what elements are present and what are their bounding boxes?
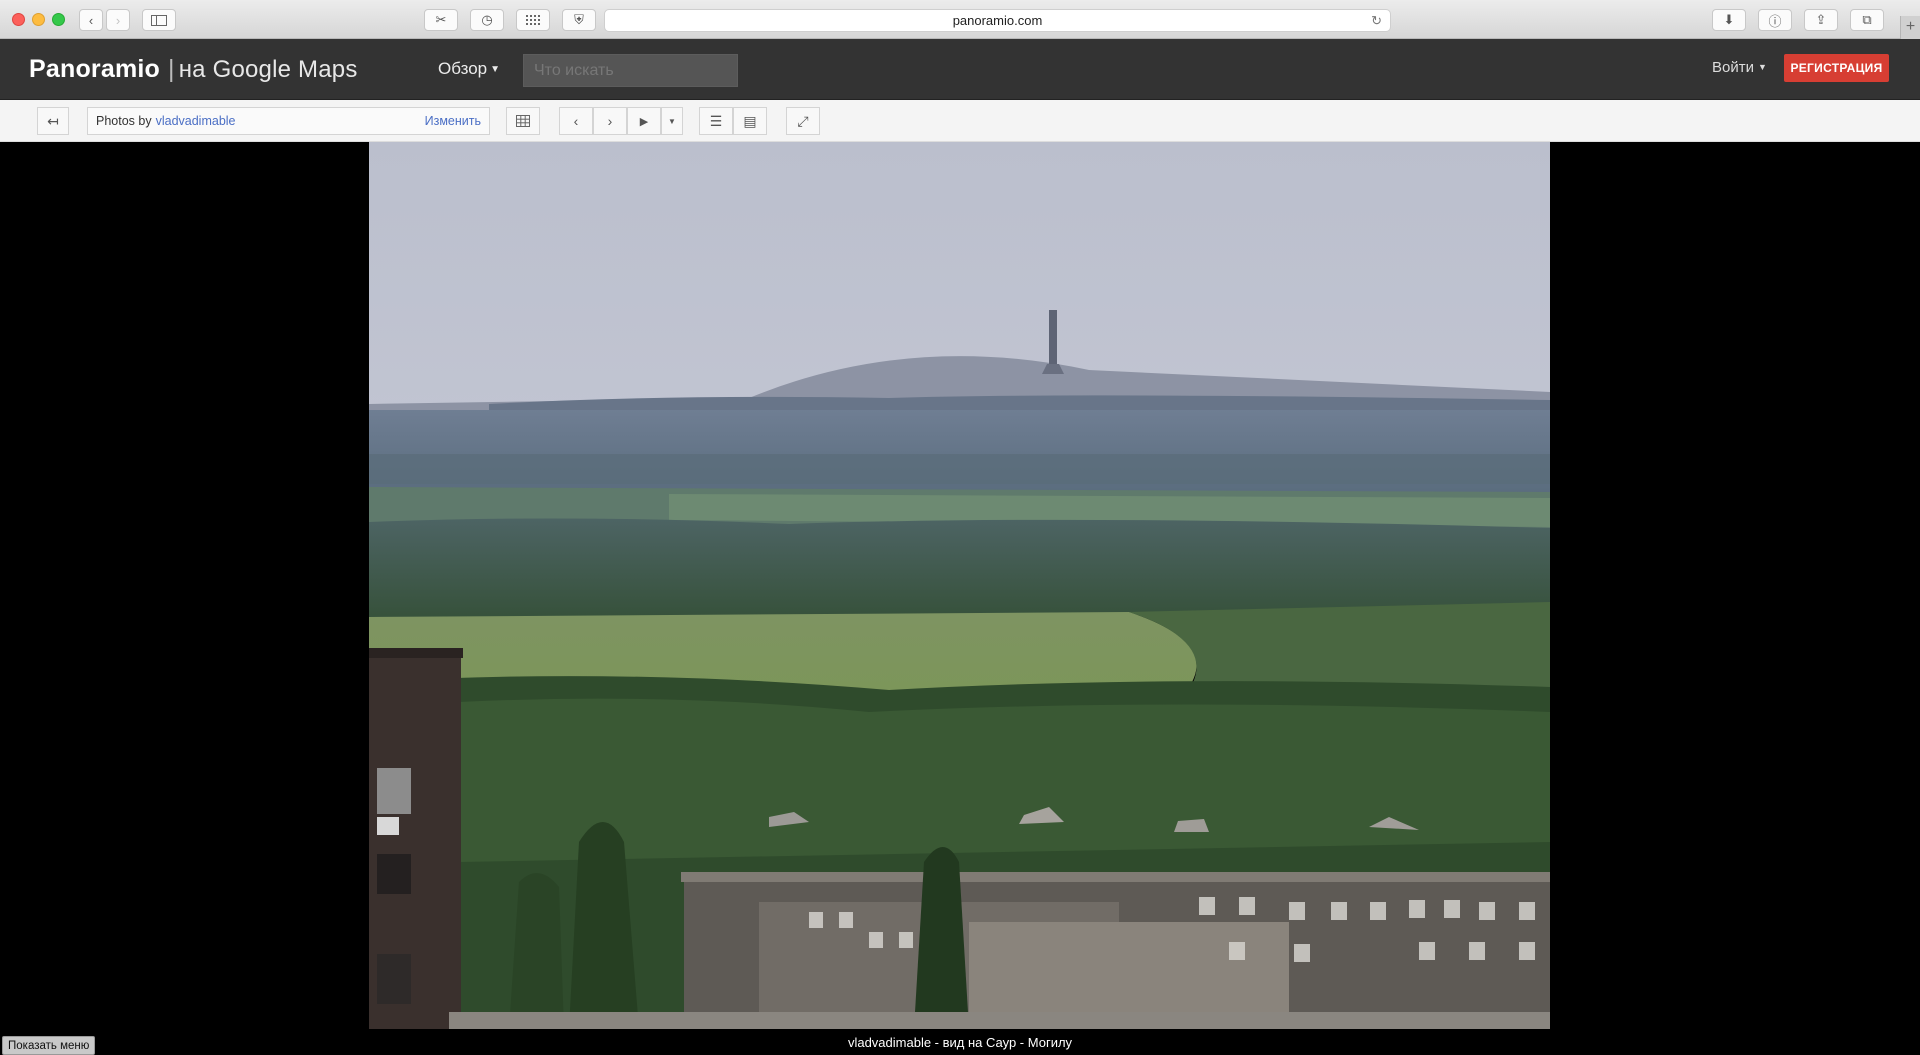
panoramio-logo[interactable]: Panoramio | на Google Maps	[29, 55, 358, 84]
tabs-overview-button[interactable]: ⧉	[1850, 9, 1884, 31]
window-minimize-button[interactable]	[32, 13, 45, 26]
author-link[interactable]: vladvadimable	[156, 114, 236, 128]
explore-menu[interactable]: Обзор ▼	[438, 59, 500, 79]
photo-stage: vladvadimable - вид на Саур - Могилу Пок…	[0, 142, 1920, 1055]
fullscreen-button[interactable]: ⤢	[786, 107, 820, 135]
tabs-icon: ⧉	[1862, 12, 1872, 27]
forward-button[interactable]: ›	[106, 9, 130, 31]
shield-extension-button[interactable]: ⛨	[562, 9, 596, 31]
extension-button-1[interactable]: ✂	[424, 9, 458, 31]
search-input[interactable]	[523, 54, 738, 87]
new-tab-button[interactable]: +	[1900, 16, 1920, 39]
sidebar-icon	[151, 14, 167, 26]
share-icon: ⇪	[1815, 12, 1827, 27]
show-menu-button[interactable]: Показать меню	[2, 1036, 96, 1055]
url-text: panoramio.com	[952, 13, 1043, 28]
reload-icon[interactable]: ↻	[1371, 13, 1382, 29]
register-button[interactable]: РЕГИСТРАЦИЯ	[1784, 54, 1889, 82]
plus-icon: +	[1905, 18, 1916, 35]
photo-caption: vladvadimable - вид на Саур - Могилу	[847, 1035, 1073, 1050]
chevron-right-icon: ›	[607, 113, 613, 129]
top-sites-button[interactable]	[516, 9, 550, 31]
scissors-icon: ✂	[435, 12, 447, 27]
caret-down-icon: ▼	[668, 116, 676, 126]
sidebar-button[interactable]	[142, 9, 176, 31]
logo-main-text: Panoramio	[29, 55, 160, 83]
history-button[interactable]: ◷	[470, 9, 504, 31]
explore-label: Обзор	[438, 59, 488, 78]
back-to-map-button[interactable]: ↤	[37, 107, 69, 135]
grid-view-button[interactable]	[506, 107, 540, 135]
document-lines-icon: ☰	[709, 112, 723, 129]
photo-info-button[interactable]: ☰	[699, 107, 733, 135]
clock-icon: ◷	[481, 12, 493, 27]
next-photo-button[interactable]: ›	[593, 107, 627, 135]
viewer-toolbar: ↤ Photos by vladvadimable Изменить ‹ › ▶…	[0, 100, 1920, 142]
address-bar[interactable]: panoramio.com ↻	[604, 9, 1391, 32]
photo-image	[369, 142, 1550, 1029]
info-icon: ⓘ	[1768, 13, 1782, 29]
window-maximize-button[interactable]	[52, 13, 65, 26]
grid-view-icon	[516, 115, 530, 127]
back-button[interactable]: ‹	[79, 9, 103, 31]
chevron-right-icon: ›	[115, 12, 121, 28]
window-close-button[interactable]	[12, 13, 25, 26]
photos-by-prefix: Photos by	[96, 114, 152, 128]
site-header: Panoramio | на Google Maps Обзор▼ Войти▼…	[0, 39, 1920, 100]
grid-icon	[526, 15, 540, 25]
caret-down-icon: ▼	[1757, 62, 1767, 72]
share-button[interactable]: ⇪	[1804, 9, 1838, 31]
login-menu[interactable]: Войти ▼	[1712, 59, 1767, 76]
slideshow-play-button[interactable]: ▶	[627, 107, 661, 135]
photos-by-field: Photos by vladvadimable Изменить	[87, 107, 490, 135]
photo-details-button[interactable]: ▤	[733, 107, 767, 135]
previous-photo-button[interactable]: ‹	[559, 107, 593, 135]
logo-separator: |	[168, 55, 175, 83]
shield-icon: ⛨	[574, 12, 584, 27]
chevron-left-icon: ‹	[573, 113, 579, 129]
browser-toolbar: ‹ › ✂ ◷ ⛨ panoramio.com ↻ ⬇ ⓘ ⇪ ⧉ +	[0, 0, 1920, 39]
change-link[interactable]: Изменить	[425, 114, 481, 128]
info-button[interactable]: ⓘ	[1758, 9, 1792, 31]
play-icon: ▶	[639, 115, 649, 128]
slideshow-options-button[interactable]: ▼	[661, 107, 683, 135]
login-label: Войти	[1712, 59, 1754, 76]
downloads-button[interactable]: ⬇	[1712, 9, 1746, 31]
document-icon: ▤	[743, 112, 757, 129]
arrow-back-icon: ↤	[47, 112, 59, 129]
caret-down-icon: ▼	[490, 64, 501, 75]
logo-sub-text: на Google Maps	[178, 56, 358, 83]
download-icon: ⬇	[1723, 12, 1735, 27]
expand-icon: ⤢	[797, 112, 809, 129]
chevron-left-icon: ‹	[88, 12, 94, 28]
landscape-photo[interactable]	[369, 142, 1550, 1029]
